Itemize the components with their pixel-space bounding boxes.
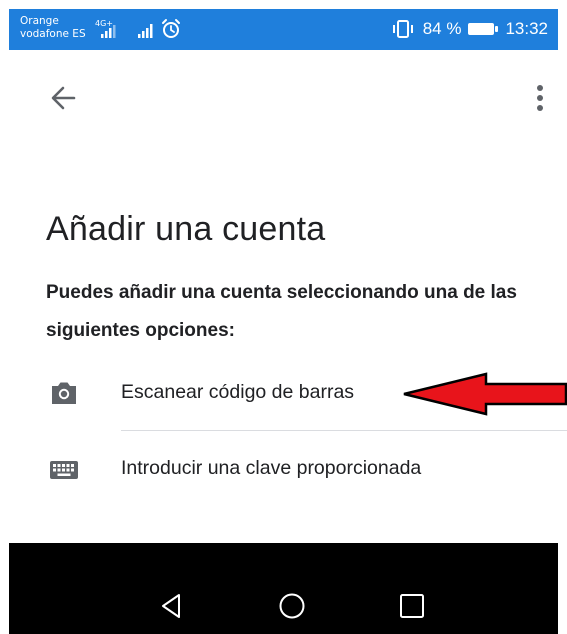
page-description: Puedes añadir una cuenta seleccionando u…: [46, 282, 517, 341]
page-title: Añadir una cuenta: [46, 210, 326, 248]
option-label: Introducir una clave proporcionada: [121, 457, 422, 479]
option-label: Escanear código de barras: [121, 381, 355, 403]
more-vert-icon[interactable]: [528, 82, 552, 116]
camera-icon: [52, 382, 76, 404]
circle-home-icon[interactable]: [277, 591, 307, 621]
clock: 13:32: [505, 19, 548, 38]
vibrate-icon: [392, 20, 413, 38]
battery-icon: [468, 23, 499, 35]
status-bar: Orange vodafone ES 4G+ 84 % 13:32: [9, 9, 558, 50]
signal-4g-icon: 4G+: [95, 19, 116, 38]
carrier-secondary: vodafone ES: [20, 28, 86, 40]
square-recents-icon[interactable]: [397, 591, 427, 621]
keyboard-icon: [50, 461, 78, 479]
carrier-info: Orange vodafone ES: [20, 15, 86, 41]
divider: [121, 430, 567, 431]
triangle-back-icon[interactable]: [157, 591, 187, 621]
arrow-left-icon[interactable]: [44, 80, 82, 116]
status-right-group: 84 % 13:32: [391, 17, 548, 41]
navigation-bar: [9, 543, 558, 634]
red-arrow-left-icon: [403, 372, 567, 416]
battery-percent: 84 %: [422, 19, 462, 38]
signal-strength-icon: [138, 24, 153, 38]
option-enter-key[interactable]: Introducir una clave proporcionada: [0, 436, 567, 506]
alarm-icon: [162, 19, 180, 38]
network-type-label: 4G+: [95, 19, 113, 28]
carrier-primary: Orange: [20, 15, 59, 27]
